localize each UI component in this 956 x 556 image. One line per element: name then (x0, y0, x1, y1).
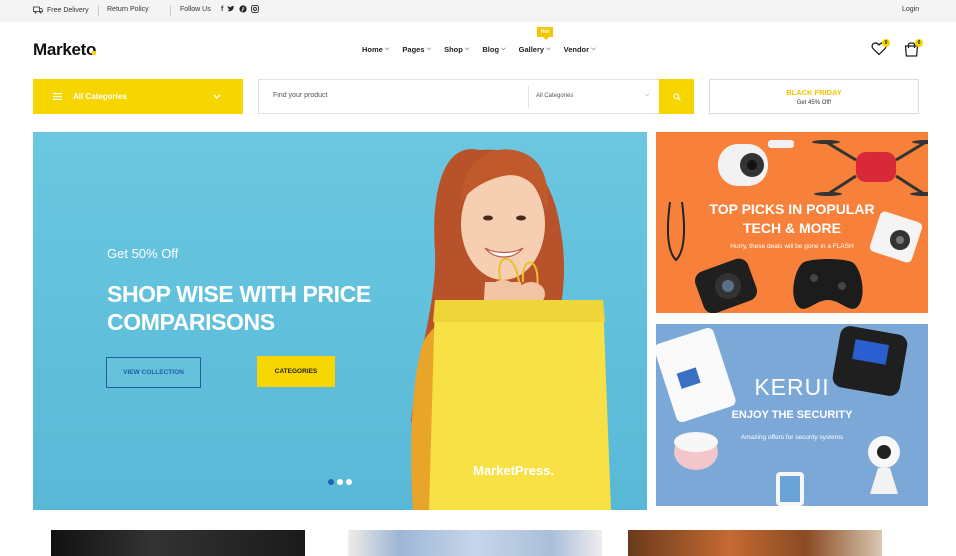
nav-shop[interactable]: Shop ⌵ (444, 45, 469, 54)
chevron-down-icon: ⌵ (501, 46, 506, 52)
follow-us-label: Follow Us (180, 6, 211, 13)
social-links: f (221, 5, 260, 13)
slider-dot[interactable] (328, 479, 334, 485)
chevron-down-icon (213, 94, 221, 99)
top-bar: Free Delivery Return Policy Follow Us f … (0, 0, 956, 22)
return-policy-label: Return Policy (107, 6, 149, 13)
tech-banner-title-line: TECH & MORE (743, 220, 841, 236)
login-link[interactable]: Login (902, 6, 919, 13)
hero-headline-line: SHOP WISE WITH PRICE (107, 281, 371, 307)
facebook-icon[interactable]: f (221, 6, 223, 13)
logo-dot (92, 51, 96, 55)
chevron-down-icon: ⌵ (464, 46, 470, 52)
security-banner[interactable]: KERUI ENJOY THE SECURITY Amazing offers … (656, 324, 928, 506)
product-thumb[interactable] (628, 530, 882, 556)
slider-dot[interactable] (346, 479, 352, 485)
login-label: Login (902, 6, 920, 13)
nav-label: Home (362, 45, 383, 54)
logo[interactable]: Marketo (33, 40, 96, 60)
tech-banner-title-line: TOP PICKS IN POPULAR (709, 201, 875, 217)
product-thumb[interactable] (348, 530, 602, 556)
product-thumb[interactable] (51, 530, 305, 556)
tech-banner-title: TOP PICKS IN POPULAR TECH & MORE (656, 200, 928, 238)
return-policy[interactable]: Return Policy (107, 6, 149, 13)
category-select[interactable]: All Categories (536, 93, 573, 99)
nav-label: Gallery (518, 45, 545, 54)
nav-pages[interactable]: Pages ⌵ (402, 45, 431, 54)
chevron-down-icon: ⌵ (546, 46, 551, 52)
search-button[interactable] (659, 79, 694, 114)
search-icon (672, 92, 681, 101)
search-bar: All Categories ⌵ (258, 79, 694, 114)
slider-dot[interactable] (337, 479, 343, 485)
nav-label: Shop (444, 45, 463, 54)
all-categories-label: All Categories (73, 92, 127, 101)
hero-slider: Get 50% Off SHOP WISE WITH PRICE COMPARI… (33, 132, 647, 510)
hero-headline-line: COMPARISONS (107, 309, 275, 335)
truck-icon (33, 6, 43, 14)
cart-button[interactable]: 0 (904, 39, 923, 62)
nav-home[interactable]: Home ⌵ (362, 45, 389, 54)
instagram-icon[interactable] (251, 5, 260, 13)
hot-badge: Hot (537, 27, 553, 40)
tech-picks-banner[interactable]: TOP PICKS IN POPULAR TECH & MORE Hurry, … (656, 132, 928, 313)
wishlist-button[interactable]: 0 (871, 39, 890, 61)
free-delivery-label: Free Delivery (47, 6, 89, 14)
view-collection-button[interactable]: VIEW COLLECTION (106, 357, 201, 388)
nav-label: Blog (482, 45, 500, 54)
divider (528, 86, 529, 108)
wishlist-count: 0 (882, 39, 890, 47)
security-brand: KERUI (754, 374, 830, 400)
divider (98, 5, 99, 16)
security-banner-subtitle: Amazing offers for security systems (740, 434, 844, 441)
slider-dots (328, 479, 352, 485)
chevron-down-icon: ⌵ (591, 46, 596, 52)
tech-banner-subtitle: Hurry, these deals will be gone in a FLA… (730, 243, 854, 250)
search-input[interactable] (273, 92, 513, 99)
cart-count: 0 (915, 39, 923, 47)
hero-headline: SHOP WISE WITH PRICE COMPARISONS (107, 280, 371, 336)
twitter-icon[interactable] (227, 5, 235, 13)
divider (170, 5, 171, 16)
chevron-down-icon: ⌵ (645, 92, 650, 98)
chevron-down-icon: ⌵ (384, 46, 390, 52)
bag-brand-text: MarketPress. (473, 463, 554, 478)
black-friday-promo[interactable]: BLACK FRIDAY Get 45% Off! (709, 79, 919, 114)
nav-gallery[interactable]: Gallery ⌵ (519, 45, 551, 54)
hero-subtitle: Get 50% Off (107, 246, 179, 261)
security-banner-title: ENJOY THE SECURITY (731, 409, 853, 421)
pinterest-icon[interactable] (239, 5, 247, 13)
categories-button[interactable]: CATEGORIES (257, 356, 335, 387)
free-delivery[interactable]: Free Delivery (33, 6, 89, 14)
promo-subtitle: Get 45% Off! (796, 100, 832, 106)
main-nav: Home ⌵ Pages ⌵ Shop ⌵ Blog ⌵ Gallery ⌵ Vendor… (362, 45, 609, 54)
follow-us: Follow Us (180, 6, 211, 13)
nav-label: Vendor (563, 45, 590, 54)
chevron-down-icon: ⌵ (426, 46, 432, 52)
nav-label: Pages (402, 45, 425, 54)
promo-title: BLACK FRIDAY (786, 88, 842, 97)
all-categories-menu[interactable]: All Categories (33, 79, 243, 114)
nav-blog[interactable]: Blog ⌵ (482, 45, 505, 54)
nav-vendor[interactable]: Vendor ⌵ (564, 45, 596, 54)
menu-icon (53, 93, 62, 100)
